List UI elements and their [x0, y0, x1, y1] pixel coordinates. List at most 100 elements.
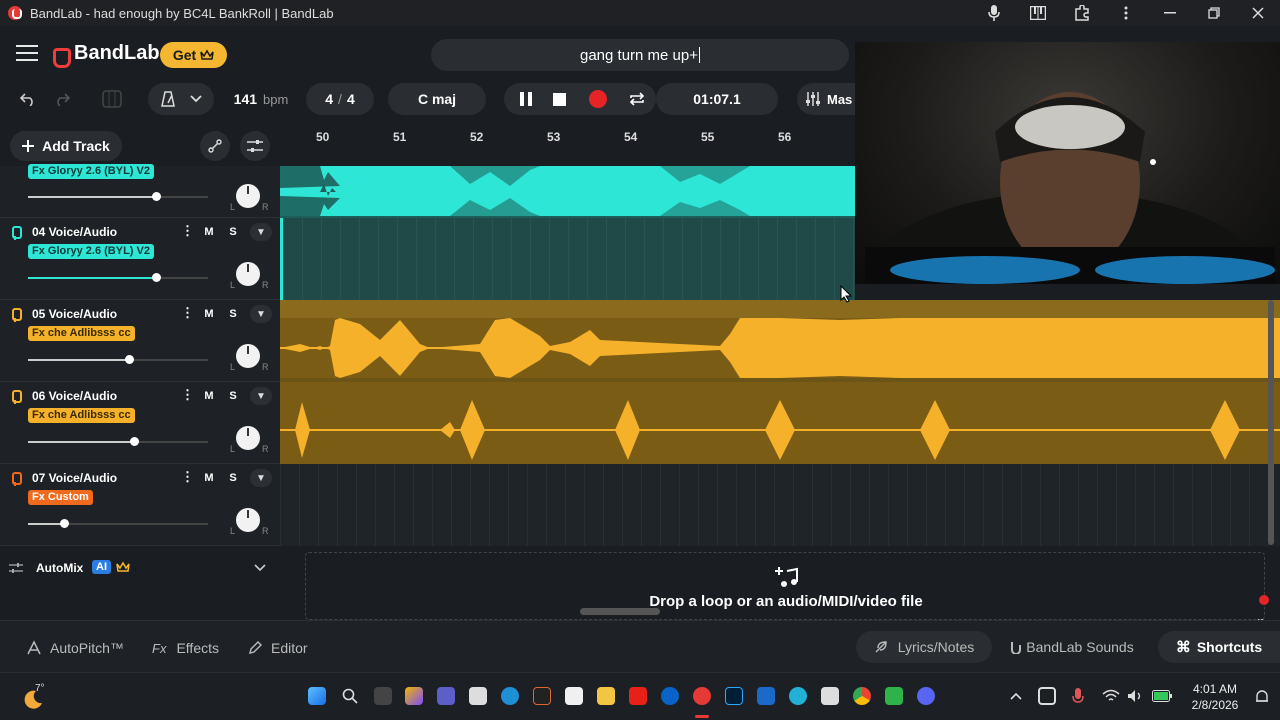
track-header-05[interactable]: 05 Voice/Audio ⋮ M S ▼ Fx che Adlibsss c…	[0, 300, 280, 382]
tempo-field[interactable]: 141 bpm	[218, 83, 304, 115]
more-options-icon[interactable]	[1104, 0, 1148, 26]
fx-preset-badge[interactable]: Fx Gloryy 2.6 (BYL) V2	[28, 164, 154, 179]
track-lane-03[interactable]	[280, 166, 855, 218]
fx-preset-badge[interactable]: Fx che Adlibsss cc	[28, 326, 135, 341]
copilot-icon[interactable]	[405, 687, 423, 705]
mute-button[interactable]: M	[199, 387, 219, 405]
amazon-icon[interactable]	[565, 687, 583, 705]
track-header-06[interactable]: 06 Voice/Audio ⋮ M S ▼ Fx che Adlibsss c…	[0, 382, 280, 464]
solo-button[interactable]: S	[223, 305, 243, 323]
solo-button[interactable]: S	[223, 387, 243, 405]
instrument-keys-icon[interactable]	[96, 83, 128, 115]
pan-knob[interactable]	[236, 508, 260, 532]
mastering-button[interactable]: Mas	[797, 83, 857, 115]
horizontal-scrollbar[interactable]	[580, 608, 660, 615]
bandlab-sounds-button[interactable]: BandLab Sounds	[998, 631, 1146, 663]
windows-start-icon[interactable]	[308, 687, 326, 705]
chevron-down-icon[interactable]: ▼	[250, 223, 272, 241]
drop-zone[interactable]: Drop a loop or an audio/MIDI/video file	[305, 552, 1265, 620]
track-name[interactable]: 05 Voice/Audio	[32, 307, 117, 321]
volume-slider[interactable]	[28, 192, 208, 201]
bandlab-logo[interactable]: BandLab	[52, 42, 160, 68]
mute-button[interactable]: M	[199, 469, 219, 487]
weather-widget[interactable]: 7°	[22, 683, 46, 709]
autopitch-button[interactable]: AutoPitch™	[26, 634, 124, 662]
pan-knob[interactable]	[236, 426, 260, 450]
redo-icon[interactable]	[46, 83, 78, 115]
chevron-down-icon[interactable]	[254, 564, 266, 572]
battery-icon[interactable]	[1152, 690, 1172, 702]
record-icon[interactable]	[582, 83, 614, 115]
clock-date[interactable]: 2/8/2026	[1187, 698, 1243, 712]
volume-slider[interactable]	[28, 273, 208, 282]
menu-hamburger-icon[interactable]	[16, 45, 38, 61]
file-explorer-icon[interactable]	[597, 687, 615, 705]
volume-slider[interactable]	[28, 355, 208, 364]
edge-icon[interactable]	[501, 687, 519, 705]
automation-button[interactable]	[200, 131, 230, 161]
chrome-icon[interactable]	[853, 687, 871, 705]
piano-keyboard-icon[interactable]	[1016, 0, 1060, 26]
discord-icon[interactable]	[917, 687, 935, 705]
metronome-button[interactable]	[148, 83, 214, 115]
get-membership-button[interactable]: Get	[160, 42, 227, 68]
automix-row[interactable]: AutoMix AI	[0, 547, 280, 589]
app-icon[interactable]	[885, 687, 903, 705]
chevron-down-icon[interactable]: ▼	[250, 469, 272, 487]
solo-button[interactable]: S	[223, 469, 243, 487]
undo-icon[interactable]	[12, 83, 44, 115]
pan-knob[interactable]	[236, 262, 260, 286]
track-lane-07[interactable]	[280, 464, 1280, 546]
effects-button[interactable]: Fx Effects	[152, 634, 219, 662]
time-signature-field[interactable]: 4 / 4	[306, 83, 374, 115]
mute-button[interactable]: M	[199, 223, 219, 241]
chevron-down-icon[interactable]: ▼	[250, 387, 272, 405]
key-selector[interactable]: C maj	[388, 83, 486, 115]
editor-button[interactable]: Editor	[248, 634, 308, 662]
search-icon[interactable]	[342, 688, 358, 704]
microphone-icon[interactable]	[972, 0, 1016, 26]
track-name[interactable]: 06 Voice/Audio	[32, 389, 117, 403]
teams-icon[interactable]	[437, 687, 455, 705]
store-icon[interactable]	[469, 687, 487, 705]
shortcuts-button[interactable]: ⌘ Shortcuts	[1158, 631, 1280, 663]
pan-knob[interactable]	[236, 184, 260, 208]
loop-icon[interactable]	[621, 83, 653, 115]
pan-knob[interactable]	[236, 344, 260, 368]
pause-icon[interactable]	[510, 83, 542, 115]
track-menu-icon[interactable]: ⋮	[181, 223, 194, 241]
fx-preset-badge[interactable]: Fx Gloryy 2.6 (BYL) V2	[28, 244, 154, 259]
volume-icon[interactable]	[1127, 689, 1143, 703]
track-lane-06[interactable]	[280, 382, 1280, 464]
track-lane-04[interactable]	[280, 218, 855, 300]
fx-preset-badge[interactable]: Fx che Adlibsss cc	[28, 408, 135, 423]
track-menu-icon[interactable]: ⋮	[181, 305, 194, 323]
track-header-07[interactable]: 07 Voice/Audio ⋮ M S ▼ Fx Custom L R	[0, 464, 280, 546]
chevron-down-icon[interactable]: ▼	[250, 305, 272, 323]
stop-icon[interactable]	[543, 83, 575, 115]
timeline-ruler[interactable]: 50 51 52 53 54 55 56	[280, 124, 855, 166]
task-view-icon[interactable]	[374, 687, 392, 705]
clock-time[interactable]: 4:01 AM	[1190, 682, 1240, 696]
vertical-scrollbar[interactable]	[1268, 300, 1274, 545]
track-lane-05[interactable]	[280, 300, 1280, 382]
fx-preset-badge[interactable]: Fx Custom	[28, 490, 93, 505]
track-name[interactable]: 07 Voice/Audio	[32, 471, 117, 485]
minimize-icon[interactable]	[1148, 0, 1192, 26]
chevron-up-icon[interactable]	[1010, 692, 1022, 700]
affinity-icon[interactable]	[533, 687, 551, 705]
photoshop-icon[interactable]	[725, 687, 743, 705]
track-header-03[interactable]: Fx Gloryy 2.6 (BYL) V2 L R	[0, 164, 280, 218]
volume-slider[interactable]	[28, 519, 208, 528]
extension-icon[interactable]	[1060, 0, 1104, 26]
microphone-in-use-icon[interactable]	[1072, 688, 1084, 706]
track-name[interactable]: 04 Voice/Audio	[32, 225, 117, 239]
volume-slider[interactable]	[28, 437, 208, 446]
track-header-04[interactable]: 04 Voice/Audio ⋮ M S ▼ Fx Gloryy 2.6 (BY…	[0, 218, 280, 300]
lyrics-notes-button[interactable]: Lyrics/Notes	[856, 631, 992, 663]
track-menu-icon[interactable]: ⋮	[181, 469, 194, 487]
close-icon[interactable]	[1236, 0, 1280, 26]
add-track-button[interactable]: Add Track	[10, 131, 122, 161]
notification-bell-icon[interactable]	[1254, 689, 1270, 705]
app-icon[interactable]	[821, 687, 839, 705]
